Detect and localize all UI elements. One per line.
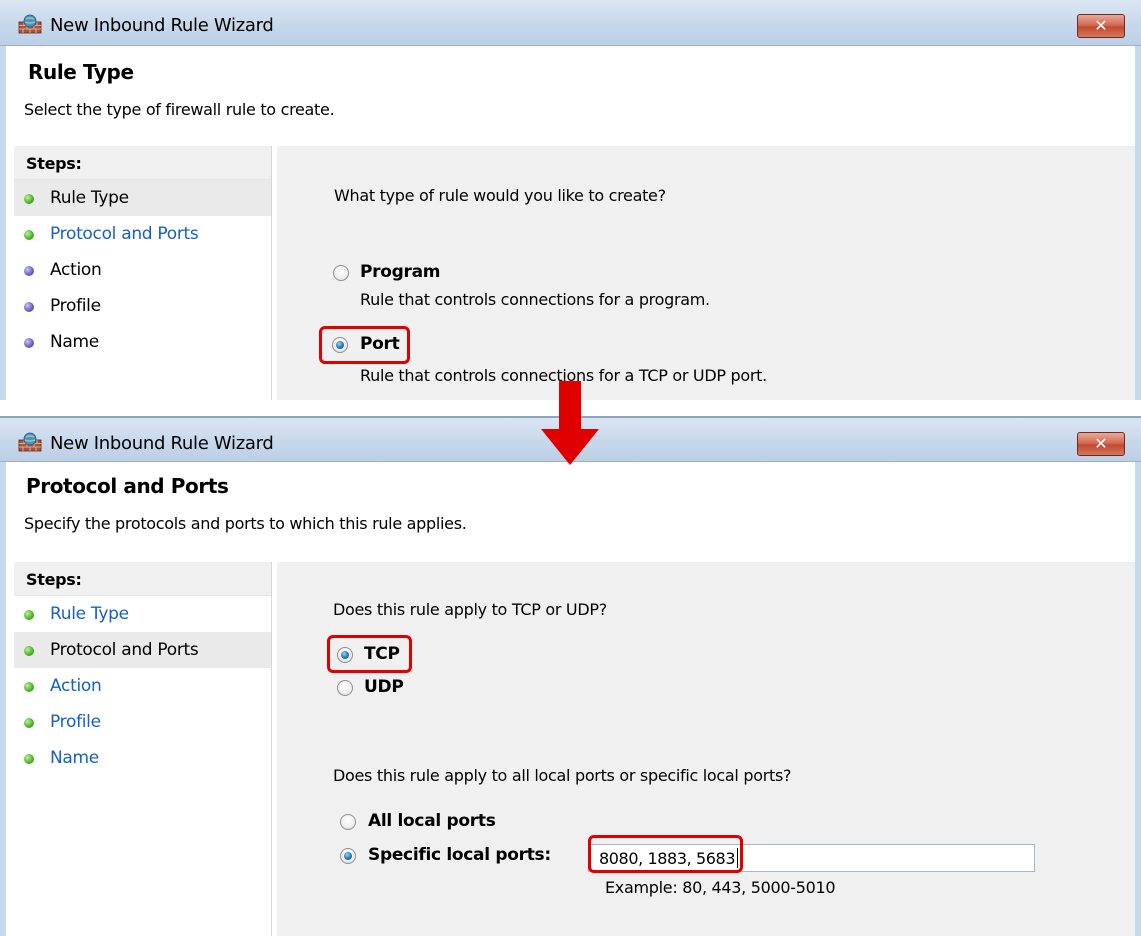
program-option-label[interactable]: Program: [360, 262, 440, 282]
step-profile[interactable]: Profile: [14, 704, 271, 740]
port-option-label[interactable]: Port: [360, 334, 400, 354]
step-profile: Profile: [14, 288, 271, 324]
step-rule-type[interactable]: Rule Type: [14, 596, 271, 632]
step-label[interactable]: Profile: [50, 712, 101, 732]
step-label[interactable]: Action: [50, 676, 102, 696]
close-icon: ✕: [1094, 16, 1108, 35]
ports-example: Example: 80, 443, 5000-5010: [605, 878, 836, 897]
step-status-icon: [24, 194, 34, 204]
port-radio[interactable]: [332, 337, 348, 353]
step-label: Profile: [50, 296, 101, 316]
step-label[interactable]: Protocol and Ports: [50, 224, 199, 244]
steps-panel: Steps: Rule Type Protocol and Ports Acti…: [14, 146, 272, 400]
tcp-option-label[interactable]: TCP: [364, 644, 400, 664]
close-button[interactable]: ✕: [1077, 432, 1125, 456]
step-label: Protocol and Ports: [50, 640, 199, 660]
title-bar[interactable]: New Inbound Rule Wizard ✕: [0, 0, 1141, 46]
tcp-radio[interactable]: [337, 647, 353, 663]
step-status-icon: [24, 646, 34, 656]
step-name[interactable]: Name: [14, 740, 271, 776]
wizard-header: Rule Type Select the type of firewall ru…: [6, 46, 1135, 140]
page-subtitle: Select the type of firewall rule to crea…: [24, 100, 335, 119]
step-label: Action: [50, 260, 102, 280]
wizard-window-protocol-and-ports: New Inbound Rule Wizard ✕ Protocol and P…: [0, 416, 1141, 936]
step-status-icon: [24, 610, 34, 620]
step-status-icon: [24, 338, 34, 348]
program-option-description: Rule that controls connections for a pro…: [360, 290, 710, 309]
step-action[interactable]: Action: [14, 668, 271, 704]
step-protocol-and-ports[interactable]: Protocol and Ports: [14, 216, 271, 252]
udp-radio[interactable]: [337, 680, 353, 696]
firewall-icon: [18, 14, 42, 34]
content-panel: Does this rule apply to TCP or UDP? TCP …: [276, 562, 1135, 936]
program-radio[interactable]: [333, 265, 349, 281]
page-title: Protocol and Ports: [26, 474, 229, 498]
firewall-icon: [18, 432, 42, 452]
highlight-box: [588, 835, 743, 873]
step-action: Action: [14, 252, 271, 288]
steps-panel: Steps: Rule Type Protocol and Ports Acti…: [14, 562, 272, 936]
step-rule-type: Rule Type: [14, 180, 271, 216]
step-label[interactable]: Rule Type: [50, 604, 129, 624]
step-label: Rule Type: [50, 188, 129, 208]
page-subtitle: Specify the protocols and ports to which…: [24, 514, 467, 533]
close-button[interactable]: ✕: [1077, 14, 1125, 38]
specific-local-ports-label[interactable]: Specific local ports:: [368, 845, 551, 865]
content-panel: What type of rule would you like to crea…: [276, 146, 1135, 400]
steps-title: Steps:: [14, 562, 271, 596]
all-local-ports-label[interactable]: All local ports: [368, 811, 496, 831]
down-arrow-icon: [541, 381, 599, 465]
specific-local-ports-radio[interactable]: [340, 848, 356, 864]
wizard-window-rule-type: New Inbound Rule Wizard ✕ Rule Type Sele…: [0, 0, 1141, 400]
protocol-question: Does this rule apply to TCP or UDP?: [333, 600, 607, 619]
step-status-icon: [24, 682, 34, 692]
rule-type-question: What type of rule would you like to crea…: [334, 186, 666, 205]
step-status-icon: [24, 754, 34, 764]
page-title: Rule Type: [28, 60, 134, 84]
step-label: Name: [50, 332, 99, 352]
step-label[interactable]: Name: [50, 748, 99, 768]
udp-option-label[interactable]: UDP: [364, 677, 404, 697]
wizard-header: Protocol and Ports Specify the protocols…: [6, 462, 1135, 556]
step-protocol-and-ports: Protocol and Ports: [14, 632, 271, 668]
all-local-ports-radio[interactable]: [340, 814, 356, 830]
close-icon: ✕: [1094, 434, 1108, 453]
step-status-icon: [24, 718, 34, 728]
step-status-icon: [24, 266, 34, 276]
step-status-icon: [24, 302, 34, 312]
step-name: Name: [14, 324, 271, 360]
step-status-icon: [24, 230, 34, 240]
window-title: New Inbound Rule Wizard: [50, 433, 274, 454]
window-title: New Inbound Rule Wizard: [50, 15, 274, 36]
ports-question: Does this rule apply to all local ports …: [333, 766, 792, 785]
steps-title: Steps:: [14, 146, 271, 180]
